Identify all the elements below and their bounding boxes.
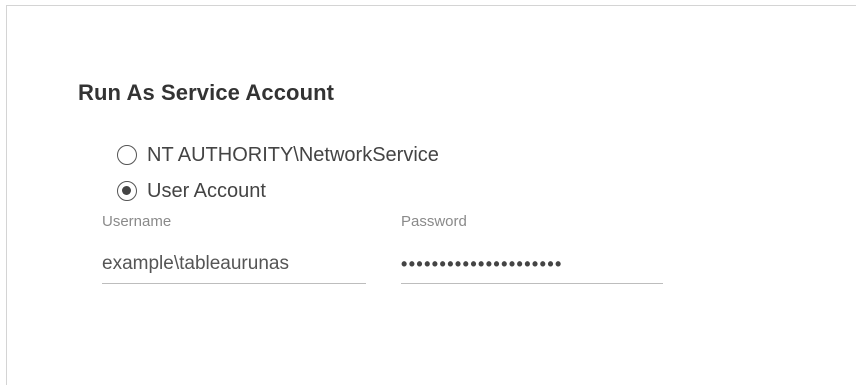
radio-button-network-service[interactable] [117,145,137,165]
radio-option-network-service[interactable]: NT AUTHORITY\NetworkService [117,142,439,168]
section-title: Run As Service Account [78,80,335,105]
radio-button-user-account[interactable] [117,181,137,201]
password-label: Password [401,213,467,230]
password-field: Password ••••••••••••••••••••• [401,213,663,284]
radio-option-user-account[interactable]: User Account [117,178,266,204]
radio-label-user-account: User Account [147,179,266,202]
username-input[interactable]: example\tableaurunas [102,245,366,284]
username-field: Username example\tableaurunas [102,213,366,284]
username-label: Username [102,213,172,230]
password-input[interactable]: ••••••••••••••••••••• [401,245,663,284]
radio-label-network-service: NT AUTHORITY\NetworkService [147,143,439,166]
